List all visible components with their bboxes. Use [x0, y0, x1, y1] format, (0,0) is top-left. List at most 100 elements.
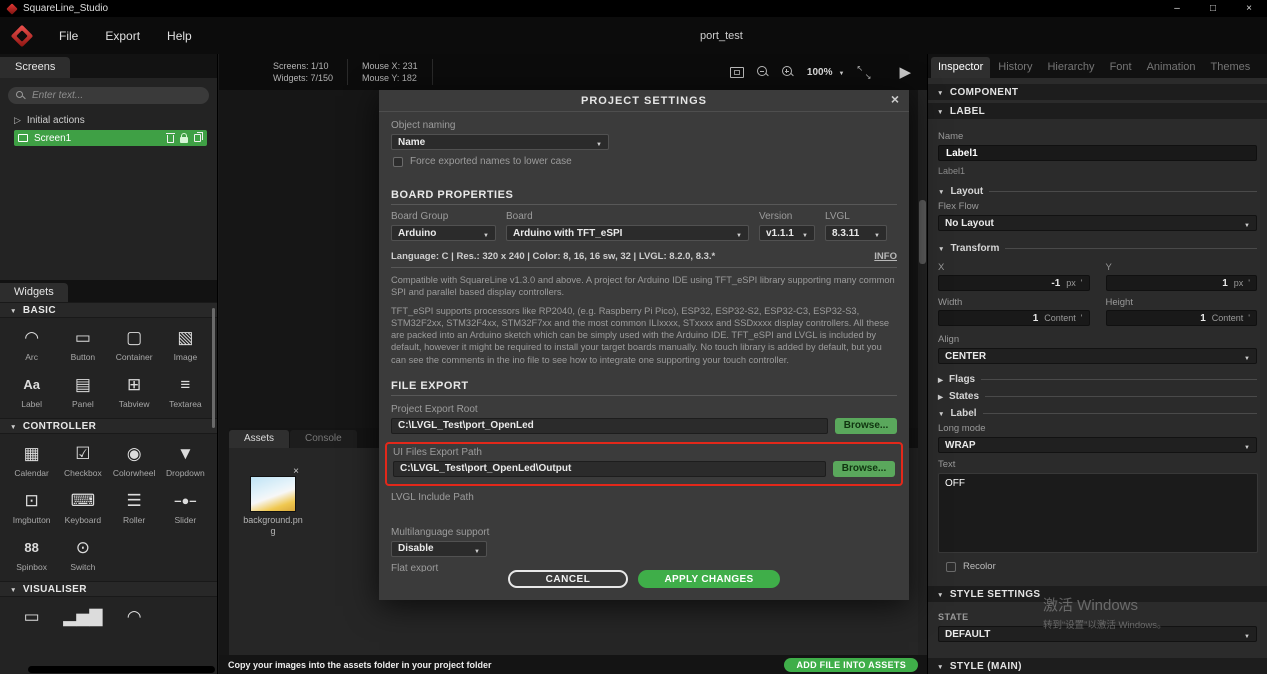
widget-label-widget[interactable]: AaLabel — [6, 372, 57, 409]
add-file-into-assets-button[interactable]: ADD FILE INTO ASSETS — [784, 658, 918, 672]
widget-keyboard[interactable]: ⌨Keyboard — [57, 488, 108, 525]
y-input[interactable]: 1 px — [1106, 275, 1258, 291]
component-section-header[interactable]: COMPONENT — [928, 84, 1267, 100]
label-section-header[interactable]: LABEL — [928, 103, 1267, 119]
widgets-scrollbar[interactable] — [212, 308, 215, 428]
tab-hierarchy[interactable]: Hierarchy — [1040, 57, 1101, 78]
play-button[interactable]: ▶ — [899, 65, 911, 80]
flags-section-header[interactable]: Flags — [938, 374, 1257, 385]
widgets-section-controller[interactable]: CONTROLLER — [0, 418, 217, 434]
tab-history[interactable]: History — [991, 57, 1039, 78]
style-settings-header[interactable]: STYLE SETTINGS — [928, 586, 1267, 602]
widgets-section-visualiser[interactable]: VISUALISER — [0, 581, 217, 597]
project-root-browse-button[interactable]: Browse... — [835, 418, 897, 434]
widget-colorwheel[interactable]: ◉Colorwheel — [109, 441, 160, 478]
recolor-checkbox[interactable] — [946, 562, 956, 572]
tab-inspector[interactable]: Inspector — [931, 57, 990, 78]
widget-image[interactable]: ▧Image — [160, 325, 211, 362]
state-dropdown[interactable]: DEFAULT — [938, 626, 1257, 642]
lock-screen-icon[interactable] — [180, 137, 188, 143]
info-link[interactable]: INFO — [874, 251, 897, 262]
maximize-button[interactable]: □ — [1195, 0, 1231, 17]
widget-spinbox[interactable]: 88Spinbox — [6, 535, 57, 572]
tree-item-initial-actions[interactable]: ▷ Initial actions — [0, 112, 217, 128]
widget-calendar[interactable]: ▦Calendar — [6, 441, 57, 478]
menu-help[interactable]: Help — [167, 29, 192, 43]
states-section-header[interactable]: States — [938, 391, 1257, 402]
widget-panel[interactable]: ▤Panel — [57, 372, 108, 409]
tab-font[interactable]: Font — [1103, 57, 1139, 78]
widget-visualiser-2[interactable]: ▂▅▇ — [57, 604, 108, 628]
layout-section-header[interactable]: Layout — [938, 186, 1257, 197]
text-input[interactable]: OFF — [938, 473, 1258, 553]
flex-flow-dropdown[interactable]: No Layout — [938, 215, 1257, 231]
widget-checkbox[interactable]: ☑Checkbox — [57, 441, 108, 478]
board-dropdown[interactable]: Arduino with TFT_eSPI — [506, 225, 749, 241]
project-export-root-input[interactable]: C:\LVGL_Test\port_OpenLed — [391, 418, 828, 434]
transform-section-header[interactable]: Transform — [938, 243, 1257, 254]
tab-widgets[interactable]: Widgets — [0, 283, 68, 302]
widgets-horizontal-scrollbar[interactable] — [28, 666, 215, 673]
close-window-button[interactable]: × — [1231, 0, 1267, 17]
widget-visualiser-1[interactable]: ▭ — [6, 604, 57, 628]
widgets-section-basic[interactable]: BASIC — [0, 302, 217, 318]
zoom-out-icon[interactable] — [757, 66, 769, 78]
menu-file[interactable]: File — [59, 29, 78, 43]
duplicate-screen-icon[interactable] — [194, 134, 201, 142]
canvas-scrollbar[interactable] — [918, 90, 927, 655]
label-subsection-header[interactable]: Label — [938, 408, 1257, 419]
tab-animation[interactable]: Animation — [1140, 57, 1203, 78]
object-naming-dropdown[interactable]: Name — [391, 134, 609, 150]
asset-thumbnail[interactable] — [250, 476, 296, 512]
tab-console[interactable]: Console — [290, 430, 357, 448]
asset-item[interactable]: × background.png — [241, 476, 305, 537]
widget-tabview[interactable]: ⊞Tabview — [109, 372, 160, 409]
widget-roller[interactable]: ☰Roller — [109, 488, 160, 525]
style-main-header[interactable]: STYLE (MAIN) — [928, 658, 1267, 674]
menu-export[interactable]: Export — [105, 29, 140, 43]
widget-container[interactable]: ▢Container — [109, 325, 160, 362]
unit-selector-icon[interactable] — [1081, 313, 1083, 323]
board-group-dropdown[interactable]: Arduino — [391, 225, 496, 241]
ui-files-export-path-input[interactable]: C:\LVGL_Test\port_OpenLed\Output — [393, 461, 826, 477]
delete-screen-icon[interactable] — [167, 135, 174, 143]
widget-dropdown[interactable]: ▼Dropdown — [160, 441, 211, 478]
ui-files-browse-button[interactable]: Browse... — [833, 461, 895, 477]
tab-screens[interactable]: Screens — [0, 57, 70, 78]
zoom-in-icon[interactable] — [782, 66, 794, 78]
cancel-button[interactable]: CANCEL — [508, 570, 628, 588]
tab-themes[interactable]: Themes — [1204, 57, 1258, 78]
version-dropdown[interactable]: v1.1.1 — [759, 225, 815, 241]
widget-button[interactable]: ▭Button — [57, 325, 108, 362]
multilanguage-dropdown[interactable]: Disable — [391, 541, 487, 557]
widget-arc[interactable]: ◠Arc — [6, 325, 57, 362]
fullscreen-icon[interactable] — [857, 66, 870, 79]
fit-screen-icon[interactable] — [730, 67, 744, 78]
unit-selector-icon[interactable] — [1081, 278, 1083, 288]
apply-changes-button[interactable]: APPLY CHANGES — [638, 570, 780, 588]
long-mode-dropdown[interactable]: WRAP — [938, 437, 1257, 453]
tree-item-screen1[interactable]: Screen1 — [14, 130, 207, 146]
height-input[interactable]: 1 Content — [1106, 310, 1258, 326]
force-lowercase-checkbox[interactable] — [393, 157, 403, 167]
widget-slider[interactable]: –●–Slider — [160, 488, 211, 525]
width-input[interactable]: 1 Content — [938, 310, 1090, 326]
minimize-button[interactable]: – — [1159, 0, 1195, 17]
align-dropdown[interactable]: CENTER — [938, 348, 1257, 364]
widget-visualiser-3[interactable]: ◠ — [109, 604, 160, 628]
remove-asset-icon[interactable]: × — [293, 466, 299, 477]
close-dialog-icon[interactable]: × — [891, 91, 900, 107]
x-input[interactable]: -1 px — [938, 275, 1090, 291]
zoom-level-dropdown[interactable]: 100% — [807, 67, 845, 78]
widget-imgbutton[interactable]: ⊡Imgbutton — [6, 488, 57, 525]
unit-selector-icon[interactable] — [1248, 278, 1250, 288]
name-input[interactable]: Label1 — [938, 145, 1257, 161]
unit-selector-icon[interactable] — [1248, 313, 1250, 323]
search-box[interactable] — [8, 87, 209, 104]
widget-textarea[interactable]: ≡Textarea — [160, 372, 211, 409]
tab-assets[interactable]: Assets — [229, 430, 289, 448]
search-input[interactable] — [32, 90, 201, 101]
canvas-scrollbar-thumb[interactable] — [919, 200, 926, 264]
widget-switch[interactable]: ⊙Switch — [57, 535, 108, 572]
lvgl-version-dropdown[interactable]: 8.3.11 — [825, 225, 887, 241]
